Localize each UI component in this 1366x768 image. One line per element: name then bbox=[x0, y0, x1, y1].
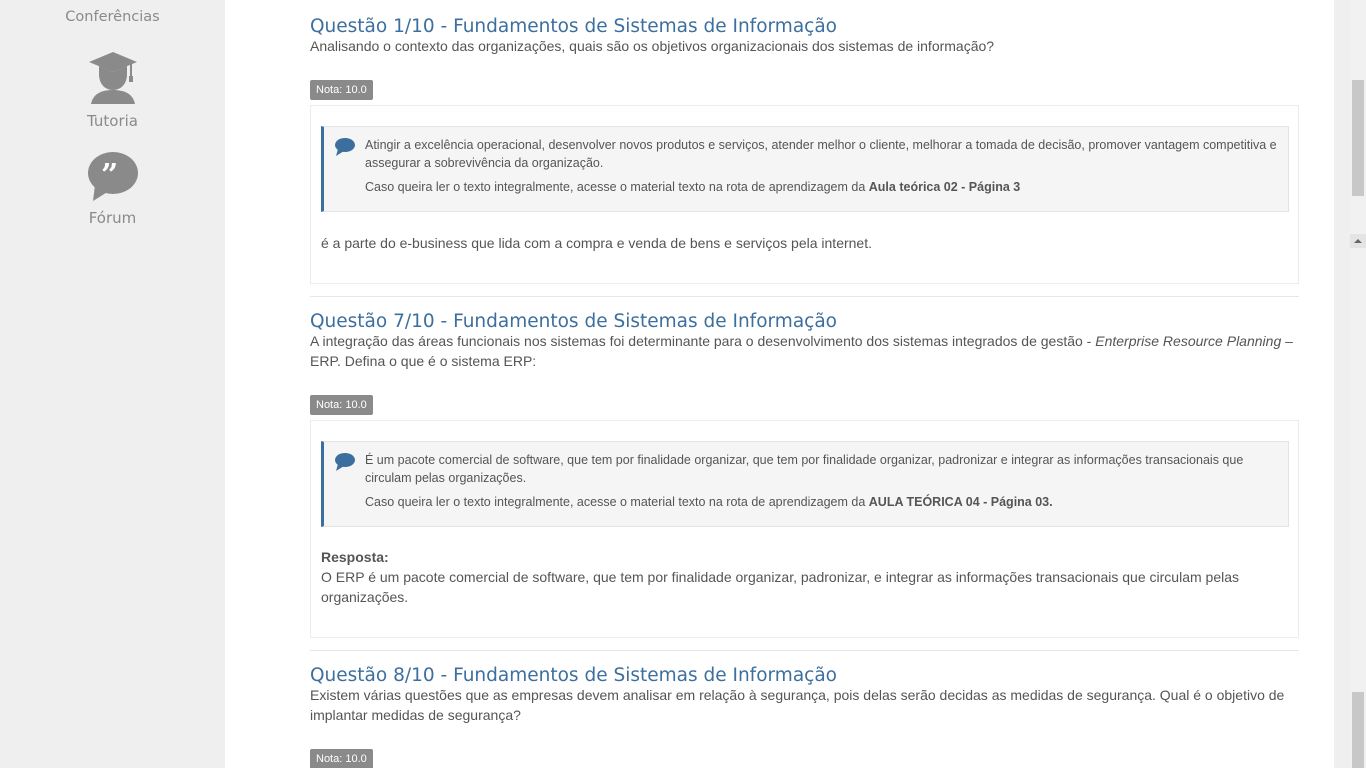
feedback-reference-bold: AULA TEÓRICA 04 - Página 03. bbox=[868, 495, 1053, 509]
feedback-reference-bold: Aula teórica 02 - Página 3 bbox=[868, 180, 1021, 194]
answer-text: é a parte do e-business que lida com a c… bbox=[321, 235, 872, 251]
sidebar-item-label: Fórum bbox=[88, 209, 137, 227]
sidebar: Conferências Tutoria ” Fórum bbox=[0, 0, 225, 768]
sidebar-item-conferencias[interactable]: Conferências bbox=[0, 9, 225, 25]
sidebar-item-forum[interactable]: ” Fórum bbox=[0, 151, 225, 227]
comment-icon bbox=[334, 137, 356, 162]
feedback-reference: Caso queira ler o texto integralmente, a… bbox=[365, 493, 1280, 511]
scroll-up-button[interactable] bbox=[1350, 234, 1366, 248]
question-7: Questão 7/10 - Fundamentos de Sistemas d… bbox=[310, 309, 1299, 638]
feedback-reference: Caso queira ler o texto integralmente, a… bbox=[365, 178, 1280, 196]
scrollbar-thumb[interactable] bbox=[1352, 80, 1364, 196]
feedback-panel: É um pacote comercial de software, que t… bbox=[310, 420, 1299, 638]
main-content: Questão 1/10 - Fundamentos de Sistemas d… bbox=[225, 0, 1334, 768]
question-text-prefix: A integração das áreas funcionais nos si… bbox=[310, 333, 1096, 349]
answer-text: O ERP é um pacote comercial de software,… bbox=[321, 569, 1239, 605]
grade-badge: Nota: 10.0 bbox=[310, 749, 373, 768]
question-8: Questão 8/10 - Fundamentos de Sistemas d… bbox=[310, 663, 1299, 768]
question-text: A integração das áreas funcionais nos si… bbox=[310, 331, 1299, 371]
question-divider bbox=[310, 296, 1299, 297]
scrollbar-thumb-lower[interactable] bbox=[1352, 692, 1364, 768]
feedback-reference-text: Caso queira ler o texto integralmente, a… bbox=[365, 180, 869, 194]
question-divider bbox=[310, 650, 1299, 651]
grade-badge: Nota: 10.0 bbox=[310, 395, 373, 415]
grade-badge: Nota: 10.0 bbox=[310, 80, 373, 100]
answer-label: Resposta: bbox=[321, 549, 389, 565]
content-gutter bbox=[1334, 0, 1350, 768]
svg-text:”: ” bbox=[101, 158, 118, 193]
question-1: Questão 1/10 - Fundamentos de Sistemas d… bbox=[310, 14, 1299, 284]
comment-icon bbox=[334, 452, 356, 477]
question-text-italic: Enterprise Resource Planning bbox=[1095, 333, 1282, 349]
feedback-box: É um pacote comercial de software, que t… bbox=[321, 441, 1289, 527]
question-text: Analisando o contexto das organizações, … bbox=[310, 38, 995, 54]
feedback-text: É um pacote comercial de software, que t… bbox=[365, 453, 1244, 485]
sidebar-item-label: Conferências bbox=[65, 9, 160, 25]
feedback-box: Atingir a excelência operacional, desenv… bbox=[321, 126, 1289, 212]
quote-bubble-icon: ” bbox=[0, 151, 225, 205]
feedback-reference-text: Caso queira ler o texto integralmente, a… bbox=[365, 495, 869, 509]
question-text: Existem várias questões que as empresas … bbox=[310, 687, 1285, 723]
feedback-panel: Atingir a excelência operacional, desenv… bbox=[310, 105, 1299, 284]
sidebar-item-tutoria[interactable]: Tutoria bbox=[0, 50, 225, 130]
feedback-text: Atingir a excelência operacional, desenv… bbox=[365, 138, 1277, 170]
graduation-cap-icon bbox=[0, 50, 225, 110]
chevron-up-icon bbox=[1354, 239, 1362, 243]
sidebar-item-label: Tutoria bbox=[87, 112, 138, 130]
